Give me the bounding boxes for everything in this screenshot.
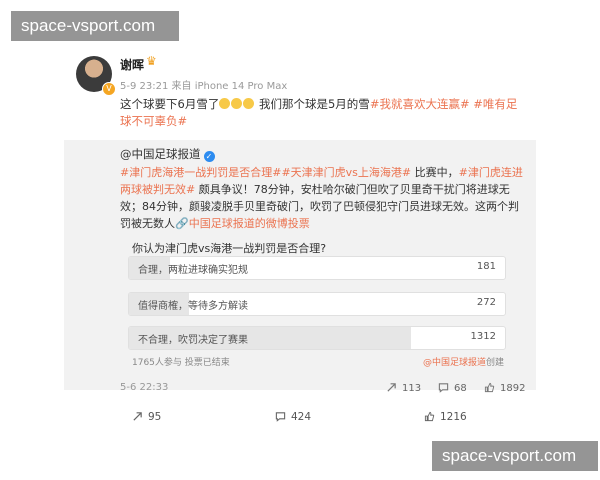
share-button[interactable]: 95 xyxy=(132,411,161,423)
repost-like-button[interactable]: 1892 xyxy=(484,382,525,394)
comment-count: 424 xyxy=(291,411,312,423)
poll-creator-link[interactable]: @中国足球报道 xyxy=(423,358,486,368)
thumbs-up-icon xyxy=(484,382,495,393)
author-name[interactable]: 谢晖 xyxy=(120,56,144,73)
poll-option-count: 181 xyxy=(476,261,496,272)
post-source: 来自 iPhone 14 Pro Max xyxy=(171,81,288,92)
poll-creator: @中国足球报道创建 xyxy=(423,355,504,368)
comment-icon xyxy=(438,383,449,393)
repost-comment-button[interactable]: 68 xyxy=(438,382,467,394)
laugh-emoji-icon xyxy=(231,98,243,109)
hashtag-link[interactable]: #我就喜欢大连赢# xyxy=(370,97,470,111)
crown-icon: ♛ xyxy=(146,54,157,68)
repost-author-name[interactable]: @中国足球报道 xyxy=(120,147,201,161)
thumbs-up-icon xyxy=(424,411,435,422)
poll-option-label: 合理，两粒进球确实犯规 xyxy=(138,265,248,276)
repost-like-count: 1892 xyxy=(500,383,526,394)
post-text-part1: 这个球要下6月雪了 xyxy=(120,97,220,111)
poll-option[interactable]: 不合理，吹罚决定了赛果 1312 xyxy=(128,326,506,350)
poll-link[interactable]: 🔗中国足球报道的微博投票 xyxy=(175,217,310,230)
post-text: 这个球要下6月雪了 我们那个球是5月的雪#我就喜欢大连赢# #唯有足球不可辜负# xyxy=(120,96,528,130)
poll-widget: 你认为津门虎vs海港一战判罚是否合理? 合理，两粒进球确实犯规 181 值得商榷… xyxy=(120,238,518,371)
comment-button[interactable]: 424 xyxy=(275,411,311,423)
poll-option[interactable]: 值得商榷，等待多方解读 272 xyxy=(128,292,506,316)
poll-option-count: 1312 xyxy=(470,331,496,342)
laugh-emoji-icon xyxy=(219,98,231,109)
repost-comment-count: 68 xyxy=(454,383,467,394)
poll-option-count: 272 xyxy=(476,297,496,308)
verified-icon: ✓ xyxy=(203,151,215,162)
hashtag-link[interactable]: #津门虎海港一战判罚是否合理# xyxy=(120,166,281,179)
poll-question: 你认为津门虎vs海港一战判罚是否合理? xyxy=(132,242,327,255)
comment-icon xyxy=(275,412,286,422)
post-text-part2: 我们那个球是5月的雪 xyxy=(255,97,370,111)
poll-link-text[interactable]: 中国足球报道的微博投票 xyxy=(189,217,310,230)
reposted-content: @中国足球报道 ✓ #津门虎海港一战判罚是否合理##天津津门虎vs上海海港# 比赛… xyxy=(64,140,536,394)
repost-share-count: 113 xyxy=(402,383,422,394)
like-button[interactable]: 1216 xyxy=(424,411,467,423)
post-timestamp: 5-9 23:21 xyxy=(120,81,169,92)
repost-text: #津门虎海港一战判罚是否合理##天津津门虎vs上海海港# 比赛中，#津门虎连进两… xyxy=(120,164,524,232)
share-icon xyxy=(133,412,142,421)
poll-option[interactable]: 合理，两粒进球确实犯规 181 xyxy=(128,256,506,280)
poll-creator-suffix: 创建 xyxy=(485,358,504,368)
watermark-bottom: space-vsport.com xyxy=(432,441,598,471)
repost-text-part1: 比赛中， xyxy=(411,166,459,179)
post-action-bar: 95 424 1216 xyxy=(64,405,536,431)
repost-time: 5-6 22:33 xyxy=(120,382,169,393)
poll-footer: 1765人参与 投票已结束 xyxy=(132,358,230,368)
post-meta: 5-9 23:21 来自 iPhone 14 Pro Max xyxy=(120,77,287,92)
poll-option-label: 不合理，吹罚决定了赛果 xyxy=(138,335,248,346)
share-count: 95 xyxy=(148,411,162,423)
verified-badge-icon: V xyxy=(102,82,116,96)
hashtag-link[interactable]: #天津津门虎vs上海海港# xyxy=(281,166,411,179)
repost-share-button[interactable]: 113 xyxy=(386,382,421,394)
share-icon xyxy=(387,383,396,392)
poll-option-label: 值得商榷，等待多方解读 xyxy=(138,301,248,312)
watermark-top: space-vsport.com xyxy=(11,11,179,41)
like-count: 1216 xyxy=(440,411,467,423)
laugh-emoji-icon xyxy=(243,98,255,109)
weibo-post-card: V 谢晖 ♛ 5-9 23:21 来自 iPhone 14 Pro Max 这个… xyxy=(64,40,536,440)
repost-author[interactable]: @中国足球报道 ✓ xyxy=(120,146,215,162)
